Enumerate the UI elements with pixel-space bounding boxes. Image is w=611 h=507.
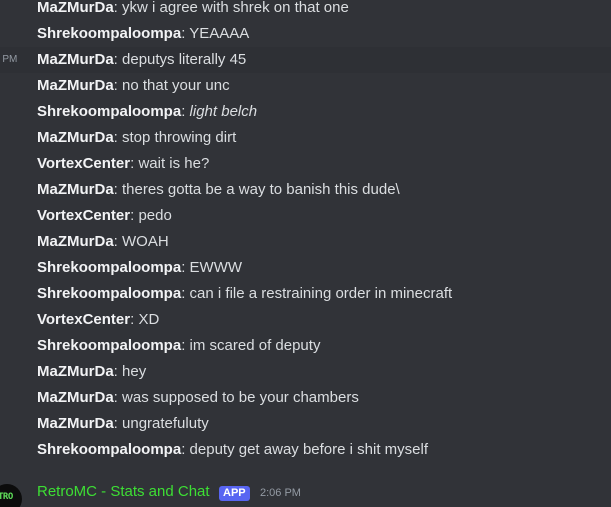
- message-content: im scared of deputy: [189, 337, 321, 354]
- author-separator: :: [113, 363, 123, 380]
- message-row[interactable]: Shrekoompaloompa: deputy get away before…: [0, 437, 611, 463]
- message-author[interactable]: Shrekoompaloompa: [37, 259, 181, 276]
- message-content: WOAH: [122, 233, 169, 250]
- message-author[interactable]: Shrekoompaloompa: [37, 441, 181, 458]
- message-row[interactable]: MaZMurDa: ungratefuluty: [0, 411, 611, 437]
- message-author[interactable]: MaZMurDa: [37, 51, 114, 68]
- message-author[interactable]: MaZMurDa: [37, 77, 114, 94]
- message-content: deputy get away before i shit myself: [189, 441, 429, 458]
- message-author[interactable]: Shrekoompaloompa: [37, 25, 181, 42]
- author-separator: :: [113, 129, 123, 146]
- author-separator: :: [113, 51, 123, 68]
- message-content: wait is he?: [138, 155, 210, 172]
- message-author[interactable]: MaZMurDa: [37, 0, 114, 16]
- hover-timestamp: 4 PM: [0, 54, 18, 65]
- bot-avatar-text: TRO: [0, 492, 13, 502]
- message-content: theres gotta be a way to banish this dud…: [122, 181, 400, 198]
- message-author[interactable]: MaZMurDa: [37, 233, 114, 250]
- message-content: YEAAAA: [189, 25, 250, 42]
- message-content: XD: [138, 311, 160, 328]
- message-content: deputys literally 45: [122, 51, 247, 68]
- message-row[interactable]: MaZMurDa: WOAH: [0, 229, 611, 255]
- message-author[interactable]: MaZMurDa: [37, 129, 114, 146]
- message-row[interactable]: MaZMurDa: stop throwing dirt: [0, 125, 611, 151]
- message-content: pedo: [138, 207, 172, 224]
- message-row[interactable]: Shrekoompaloompa: im scared of deputy: [0, 333, 611, 359]
- message-content: hey: [122, 363, 147, 380]
- author-separator: :: [113, 0, 123, 16]
- message-author[interactable]: MaZMurDa: [37, 415, 114, 432]
- message-row[interactable]: MaZMurDa: theres gotta be a way to banis…: [0, 177, 611, 203]
- author-separator: :: [181, 285, 190, 302]
- message-row[interactable]: MaZMurDa: ykw i agree with shrek on that…: [0, 0, 611, 21]
- message-author[interactable]: VortexCenter: [37, 207, 130, 224]
- message-row[interactable]: VortexCenter: XD: [0, 307, 611, 333]
- author-separator: :: [181, 337, 190, 354]
- message-row[interactable]: Shrekoompaloompa: YEAAAA: [0, 21, 611, 47]
- message-row[interactable]: 4 PM MaZMurDa: deputys literally 45: [0, 47, 611, 73]
- message-row[interactable]: VortexCenter: pedo: [0, 203, 611, 229]
- author-separator: :: [181, 441, 190, 458]
- author-separator: :: [113, 389, 123, 406]
- message-author[interactable]: MaZMurDa: [37, 389, 114, 406]
- app-badge: APP: [219, 486, 250, 501]
- message-row[interactable]: Shrekoompaloompa: EWWW: [0, 255, 611, 281]
- message-row[interactable]: MaZMurDa: no that your unc: [0, 73, 611, 99]
- message-author[interactable]: MaZMurDa: [37, 181, 114, 198]
- message-content: light belch: [189, 103, 258, 120]
- bot-message-header: TRO RetroMC - Stats and Chat APP 2:06 PM: [0, 478, 611, 507]
- message-row[interactable]: Shrekoompaloompa: light belch: [0, 99, 611, 125]
- author-separator: :: [113, 181, 123, 198]
- author-separator: :: [113, 233, 123, 250]
- message-author[interactable]: Shrekoompaloompa: [37, 337, 181, 354]
- message-row[interactable]: MaZMurDa: was supposed to be your chambe…: [0, 385, 611, 411]
- message-content: can i file a restraining order in minecr…: [189, 285, 453, 302]
- message-author[interactable]: VortexCenter: [37, 311, 130, 328]
- message-author[interactable]: Shrekoompaloompa: [37, 285, 181, 302]
- message-content: no that your unc: [122, 77, 230, 94]
- message-timestamp: 2:06 PM: [260, 487, 301, 499]
- message-content: ykw i agree with shrek on that one: [122, 0, 349, 16]
- message-author[interactable]: MaZMurDa: [37, 363, 114, 380]
- message-row[interactable]: Shrekoompaloompa: can i file a restraini…: [0, 281, 611, 307]
- message-content: was supposed to be your chambers: [122, 389, 359, 406]
- message-author[interactable]: Shrekoompaloompa: [37, 103, 181, 120]
- message-content: EWWW: [189, 259, 243, 276]
- message-author[interactable]: VortexCenter: [37, 155, 130, 172]
- message-content: stop throwing dirt: [122, 129, 237, 146]
- message-content: ungratefuluty: [122, 415, 209, 432]
- author-separator: :: [113, 77, 123, 94]
- message-row[interactable]: VortexCenter: wait is he?: [0, 151, 611, 177]
- author-separator: :: [181, 103, 190, 120]
- message-row[interactable]: MaZMurDa: hey: [0, 359, 611, 385]
- author-separator: :: [181, 259, 190, 276]
- bot-username[interactable]: RetroMC - Stats and Chat: [37, 483, 210, 500]
- author-separator: :: [113, 415, 123, 432]
- chat-window: MaZMurDa: ykw i agree with shrek on that…: [0, 0, 611, 507]
- bot-avatar[interactable]: TRO: [0, 484, 22, 507]
- message-list: MaZMurDa: ykw i agree with shrek on that…: [0, 0, 611, 463]
